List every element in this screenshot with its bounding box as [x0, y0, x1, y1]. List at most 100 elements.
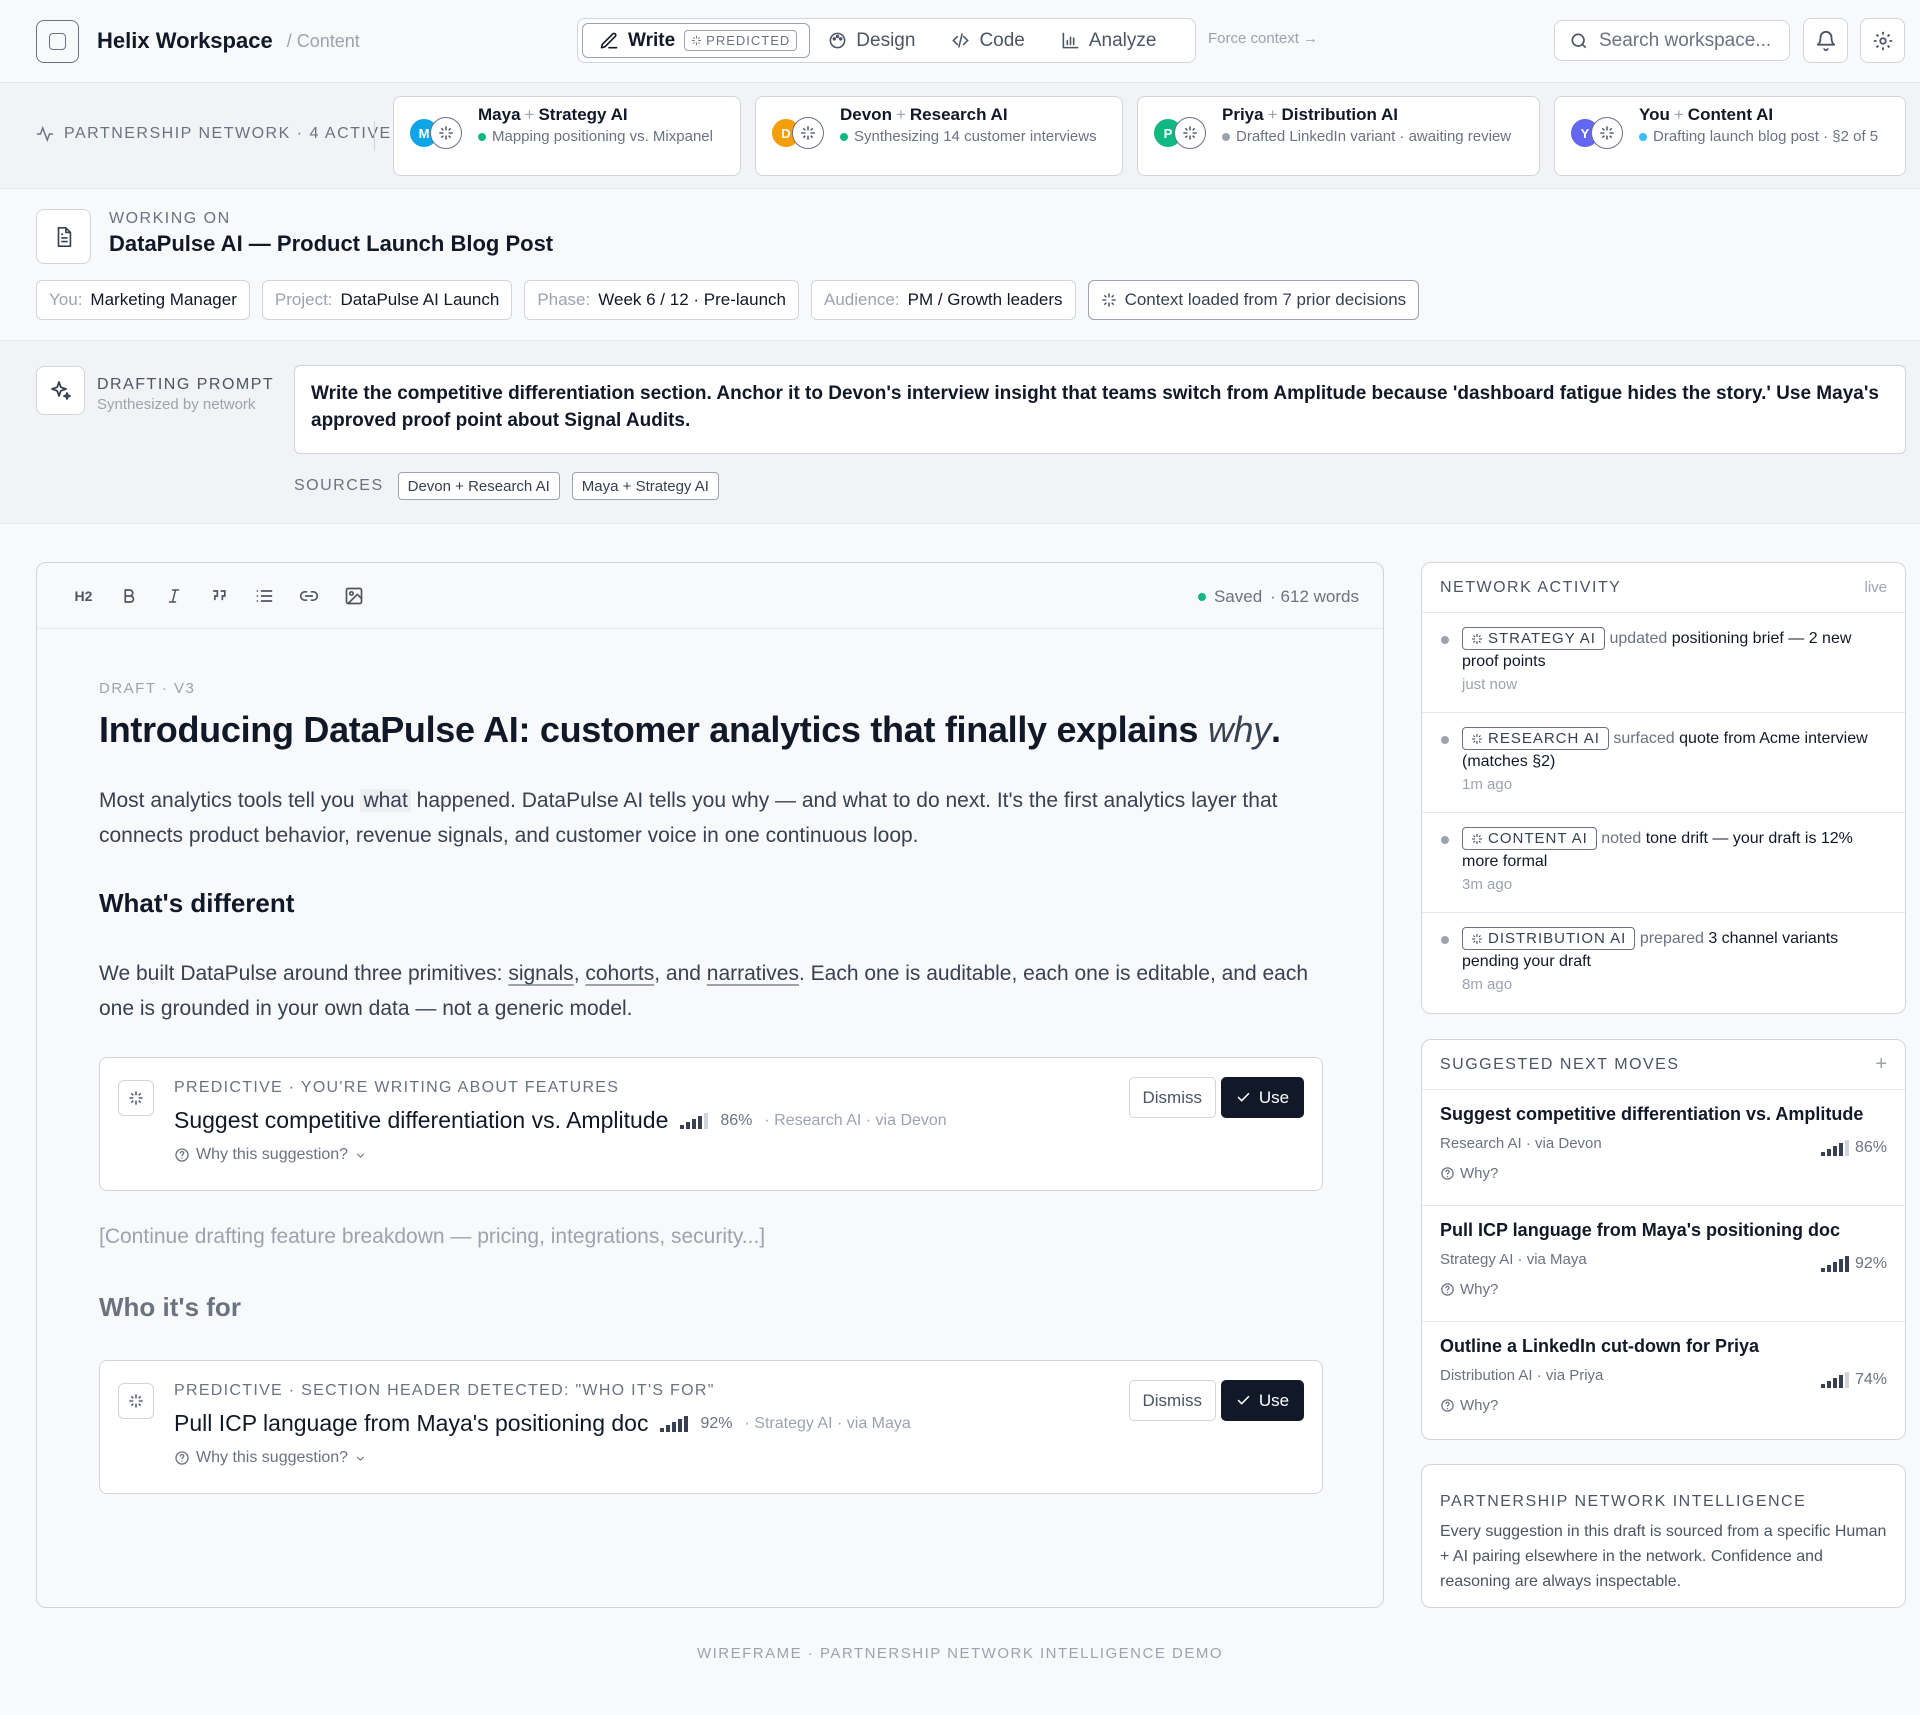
partner-card-you[interactable]: Y You + Content AI Drafting launch blog po… [1554, 96, 1906, 176]
why-link[interactable]: Why? [1440, 1397, 1887, 1414]
save-status: Saved · 612 words [1197, 587, 1359, 607]
partner-card-maya[interactable]: M Maya + Strategy AI Mapping positioning v… [393, 96, 741, 176]
confidence-bar [1844, 1256, 1849, 1272]
context-chip-audience[interactable]: Audience: PM / Growth leaders [810, 280, 1076, 320]
partner-card-devon[interactable]: D Devon + Research AI Synthesizing 14 cust… [755, 96, 1123, 176]
suggested-moves-panel: SUGGESTED NEXT MOVES + Suggest competitiv… [1421, 1039, 1906, 1440]
sparkles-icon [36, 366, 85, 415]
paragraph-intro[interactable]: Most analytics tools tell you what happe… [99, 783, 1339, 853]
activity-item[interactable]: CONTENT AI noted tone drift — your draft… [1422, 813, 1905, 913]
paragraph-primitives[interactable]: We built DataPulse around three primitiv… [99, 956, 1339, 1026]
use-button[interactable]: Use [1221, 1077, 1304, 1118]
tab-code[interactable]: Code [933, 23, 1042, 58]
working-on-section: WORKING ON DataPulse AI — Product Launch… [0, 189, 1920, 341]
drafting-prompt-text[interactable]: Write the competitive differentiation se… [294, 365, 1906, 454]
move-item[interactable]: Outline a LinkedIn cut-down for Priya Di… [1422, 1322, 1905, 1438]
tab-design[interactable]: Design [810, 23, 933, 58]
link-icon [299, 586, 319, 606]
help-circle-icon [1441, 1399, 1454, 1412]
confidence-bars [1820, 1140, 1849, 1156]
force-context-link[interactable]: Force context → [1208, 30, 1318, 47]
notifications-button[interactable] [1803, 18, 1848, 63]
why-link[interactable]: Why? [1440, 1165, 1887, 1182]
intelligence-description: Every suggestion in this draft is source… [1440, 1523, 1887, 1590]
draft-title[interactable]: Introducing DataPulse AI: customer analy… [99, 709, 1281, 751]
agent-badge: RESEARCH AI [1462, 727, 1609, 751]
ai-sparkle-icon [1174, 117, 1206, 149]
confidence-bar [1820, 1268, 1825, 1272]
ai-sparkle-icon [792, 117, 824, 149]
continue-drafting-placeholder[interactable]: [Continue drafting feature breakdown — p… [99, 1225, 765, 1249]
help-circle-icon [1441, 1167, 1454, 1180]
activity-item[interactable]: DISTRIBUTION AI prepared 3 channel varia… [1422, 913, 1905, 1013]
sparkle-icon [691, 35, 702, 46]
context-chip-role[interactable]: You: Marketing Manager [36, 280, 250, 320]
app-title: Helix Workspace [97, 28, 273, 53]
network-label: PARTNERSHIP NETWORK · 4 ACTIVE [36, 125, 392, 143]
partner-name: You + Content AI [1639, 105, 1774, 124]
tab-write[interactable]: Write PREDICTED [582, 23, 811, 58]
context-chip-project[interactable]: Project: DataPulse AI Launch [261, 280, 513, 320]
agent-badge: DISTRIBUTION AI [1462, 927, 1636, 951]
suggestion-title: Pull ICP language from Maya's positionin… [174, 1410, 649, 1436]
why-suggestion-toggle[interactable]: Why this suggestion? [174, 1146, 367, 1164]
dismiss-button[interactable]: Dismiss [1128, 1380, 1216, 1421]
source-chip[interactable]: Maya + Strategy AI [571, 472, 719, 500]
predicted-badge: PREDICTED [684, 30, 798, 51]
editor-panel: H2 Saved · 612 words DRAFT · V3 Introduc… [36, 562, 1384, 1608]
activity-item[interactable]: STRATEGY AI updated positioning brief — … [1422, 613, 1905, 713]
confidence-bar [660, 1427, 665, 1432]
network-activity-panel: NETWORK ACTIVITY live STRATEGY AI updated… [1421, 562, 1906, 1014]
tab-analyze[interactable]: Analyze [1043, 23, 1175, 58]
suggestion-title: Suggest competitive differentiation vs. … [174, 1107, 669, 1133]
help-circle-icon [174, 1450, 190, 1466]
tab-write-label: Write [628, 29, 676, 51]
why-suggestion-toggle[interactable]: Why this suggestion? [174, 1449, 367, 1467]
predictive-suggestion-card: PREDICTIVE · SECTION HEADER DETECTED: "W… [99, 1360, 1323, 1494]
confidence-percent: 92% [700, 1414, 733, 1432]
move-item[interactable]: Suggest competitive differentiation vs. … [1422, 1090, 1905, 1206]
panel-header: SUGGESTED NEXT MOVES + [1422, 1040, 1905, 1090]
list-button[interactable] [241, 576, 286, 616]
app-logo[interactable] [36, 19, 79, 63]
dismiss-button[interactable]: Dismiss [1128, 1077, 1216, 1118]
confidence-bar [1838, 1259, 1843, 1272]
breadcrumb[interactable]: / Content [287, 31, 360, 52]
drafting-prompt-label: DRAFTING PROMPT [97, 376, 275, 393]
heading-whats-different[interactable]: What's different [99, 888, 294, 919]
heading-who-its-for[interactable]: Who it's for [99, 1292, 241, 1323]
settings-button[interactable] [1860, 18, 1905, 63]
quote-button[interactable] [196, 576, 241, 616]
sparkle-icon [1101, 292, 1117, 308]
confidence-bar [1844, 1372, 1849, 1388]
status-dot [478, 133, 486, 141]
heading-button[interactable]: H2 [61, 576, 106, 616]
tab-design-label: Design [856, 29, 916, 51]
draft-version-label: DRAFT · V3 [99, 680, 196, 697]
search-input[interactable]: Search workspace... [1554, 20, 1790, 61]
add-button[interactable]: + [1875, 1053, 1887, 1076]
panel-header: NETWORK ACTIVITY live [1422, 563, 1905, 613]
italic-button[interactable] [151, 576, 196, 616]
context-loaded-chip[interactable]: Context loaded from 7 prior decisions [1087, 280, 1420, 320]
confidence-bar [686, 1121, 691, 1129]
bold-icon [120, 587, 138, 605]
partner-card-priya[interactable]: P Priya + Distribution AI Drafted LinkedIn… [1137, 96, 1540, 176]
image-button[interactable] [331, 576, 376, 616]
chevron-down-icon [354, 1452, 367, 1465]
sparkle-icon [118, 1080, 154, 1116]
partner-status: Mapping positioning vs. Mixpanel [478, 128, 713, 146]
bold-button[interactable] [106, 576, 151, 616]
confidence-bar [1820, 1384, 1825, 1388]
link-button[interactable] [286, 576, 331, 616]
confidence-bar [672, 1421, 677, 1432]
context-chip-phase[interactable]: Phase: Week 6 / 12 · Pre-launch [524, 280, 799, 320]
why-link[interactable]: Why? [1440, 1281, 1887, 1298]
footer-caption: WIREFRAME · PARTNERSHIP NETWORK INTELLIG… [696, 1645, 1224, 1662]
activity-item[interactable]: RESEARCH AI surfaced quote from Acme int… [1422, 713, 1905, 813]
use-button[interactable]: Use [1221, 1380, 1304, 1421]
partner-avatars: P [1152, 117, 1210, 151]
confidence-bar [1826, 1265, 1831, 1272]
move-item[interactable]: Pull ICP language from Maya's positionin… [1422, 1206, 1905, 1322]
source-chip[interactable]: Devon + Research AI [397, 472, 560, 500]
